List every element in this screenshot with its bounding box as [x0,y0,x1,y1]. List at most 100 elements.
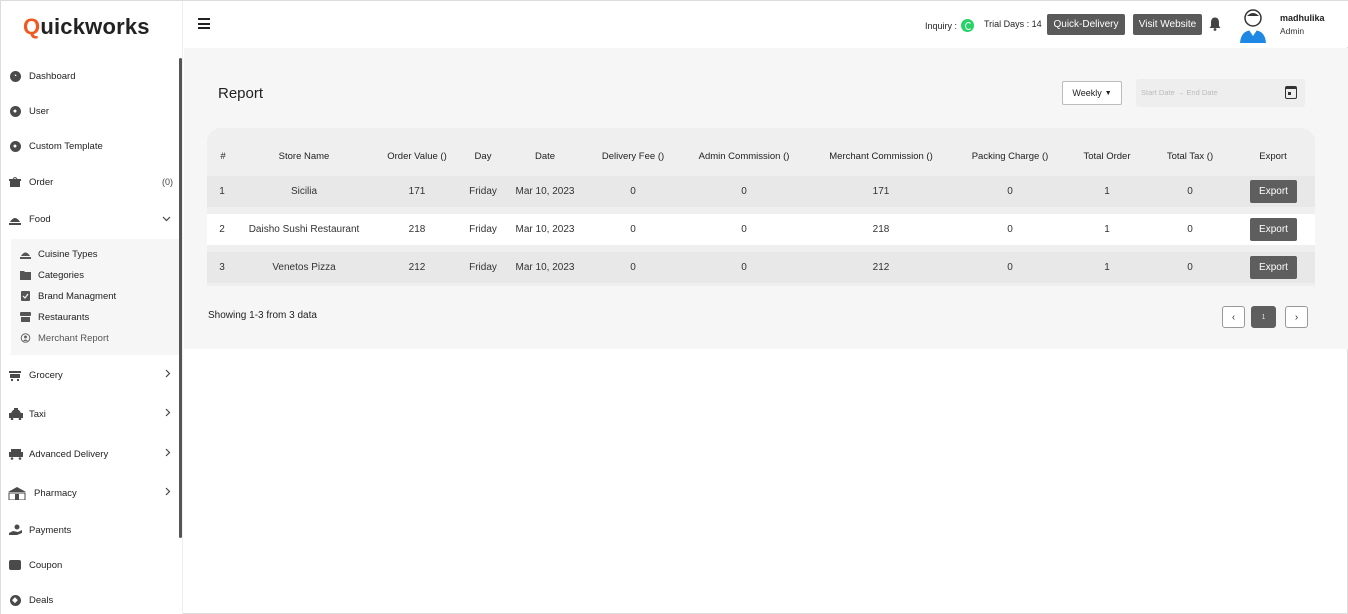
cell-store-name: Venetos Pizza [272,262,336,273]
cell-date: Mar 10, 2023 [515,224,575,235]
whatsapp-icon[interactable] [961,19,975,32]
sidebar-item-label: Custom Template [29,140,103,152]
cell-total-tax: 0 [1187,262,1193,273]
quick-delivery-button[interactable]: Quick-Delivery [1047,14,1125,35]
sidebar-item-label: Taxi [29,408,46,420]
sidebar-item-grocery[interactable]: Grocery [1,360,179,390]
caret-down-icon: ▼ [1104,89,1112,97]
sidebar-item-advanced-delivery[interactable]: Advanced Delivery [1,439,179,469]
sidebar-item-dashboard[interactable]: ◔ Dashboard [1,61,179,91]
menu-toggle-icon[interactable] [198,18,210,29]
sidebar-item-payments[interactable]: Payments [1,515,179,545]
cell-total-tax: 0 [1187,186,1193,197]
submenu-item-label: Cuisine Types [38,248,98,260]
sidebar-item-label: Advanced Delivery [29,448,109,460]
column-header-total-order[interactable]: Total Order [1084,151,1131,162]
deals-icon: ◆ [9,594,21,606]
table-row: 2 Daisho Sushi Restaurant 218 Friday Mar… [207,214,1315,245]
sidebar-item-deals[interactable]: ◆ Deals [1,585,179,614]
order-icon [9,176,21,188]
table-row: 3 Venetos Pizza 212 Friday Mar 10, 2023 … [207,252,1315,283]
grocery-icon [9,369,21,381]
submenu-item-label: Restaurants [38,311,90,323]
submenu-item-categories[interactable]: Categories [11,265,179,285]
pagination-next-button[interactable]: › [1285,306,1308,328]
export-button[interactable]: Export [1250,256,1297,279]
sidebar-item-label: Dashboard [29,70,76,82]
cell-total-order: 1 [1104,262,1110,273]
quickworks-logo[interactable]: Quickworks [23,14,150,40]
cell-number: 1 [219,186,225,197]
export-button[interactable]: Export [1250,218,1297,241]
period-select-value: Weekly [1072,88,1102,98]
period-select[interactable]: Weekly ▼ [1062,81,1122,105]
cell-admin-commission: 0 [741,224,747,235]
restaurant-icon [20,312,31,322]
user-role: Admin [1280,26,1305,36]
column-header-order-value[interactable]: Order Value () [387,151,446,162]
bell-icon[interactable] [1209,17,1221,31]
submenu-item-cuisine-types[interactable]: Cuisine Types [11,244,179,264]
pagination-summary: Showing 1-3 from 3 data [208,310,317,321]
column-header-admin-commission[interactable]: Admin Commission () [699,151,790,162]
cell-delivery-fee: 0 [630,186,636,197]
app-window: Quickworks ◔ Dashboard ● User ● Custom T… [0,0,1348,614]
cell-number: 3 [219,262,225,273]
sidebar-item-label: Pharmacy [34,487,77,499]
cell-store-name: Sicilia [290,186,318,197]
food-submenu: Cuisine Types Categories Brand Managment… [11,239,179,355]
cell-admin-commission: 0 [741,262,747,273]
sidebar-item-custom-template[interactable]: ● Custom Template [1,131,179,161]
cell-packing-charge: 0 [1007,186,1013,197]
cell-packing-charge: 0 [1007,262,1013,273]
visit-website-button[interactable]: Visit Website [1133,14,1202,35]
cell-day: Friday [469,262,497,273]
column-header-packing-charge[interactable]: Packing Charge () [972,151,1049,162]
calendar-icon[interactable] [1285,86,1297,99]
submenu-item-label: Categories [38,269,84,281]
sidebar-item-user[interactable]: ● User [1,96,179,126]
cell-store-name: Daisho Sushi Restaurant [248,224,360,235]
inquiry-link[interactable]: Inquiry : [925,19,975,32]
pagination-page-1[interactable]: 1 [1251,306,1276,328]
column-header-date[interactable]: Date [535,151,555,162]
column-header-total-tax[interactable]: Total Tax () [1167,151,1213,162]
sidebar-item-label: Grocery [29,369,63,381]
inquiry-label: Inquiry : [925,20,958,31]
sidebar-item-label: Coupon [29,559,63,571]
cell-order-value: 218 [408,224,426,235]
date-range-picker[interactable]: Start Date → End Date [1136,79,1305,107]
avatar[interactable] [1238,7,1270,43]
submenu-item-restaurants[interactable]: Restaurants [11,307,179,327]
sidebar-item-label: Food [29,213,51,225]
sidebar-scrollbar[interactable] [179,58,182,538]
cell-number: 2 [219,224,225,235]
sidebar-item-coupon[interactable]: Coupon [1,550,179,580]
sidebar-item-food[interactable]: Food [1,204,179,234]
cuisine-icon [20,249,31,259]
cell-date: Mar 10, 2023 [515,262,575,273]
cell-day: Friday [469,224,497,235]
submenu-item-merchant-report[interactable]: Merchant Report [11,328,179,348]
cell-total-tax: 0 [1187,224,1193,235]
sidebar-item-label: User [29,105,50,117]
sidebar-item-label: Payments [29,524,72,536]
template-icon: ● [9,140,21,152]
export-button[interactable]: Export [1250,180,1297,203]
pagination-prev-button[interactable]: ‹ [1222,306,1245,328]
cell-order-value: 212 [408,262,426,273]
sidebar-item-taxi[interactable]: Taxi [1,399,179,429]
sidebar-item-pharmacy[interactable]: Pharmacy [1,478,179,508]
column-header-store-name[interactable]: Store Name [279,151,330,162]
sidebar-item-label: Deals [29,594,54,606]
submenu-item-brand-managment[interactable]: Brand Managment [11,286,179,306]
column-header-delivery-fee[interactable]: Delivery Fee () [602,151,664,162]
cell-admin-commission: 0 [741,186,747,197]
column-header-merchant-commission[interactable]: Merchant Commission () [829,151,932,162]
cell-packing-charge: 0 [1007,224,1013,235]
column-header-day[interactable]: Day [475,151,492,162]
submenu-item-label: Brand Managment [38,290,117,302]
delivery-truck-icon [9,448,23,460]
payments-icon [9,524,23,536]
sidebar-item-order[interactable]: Order (0) [1,167,179,197]
